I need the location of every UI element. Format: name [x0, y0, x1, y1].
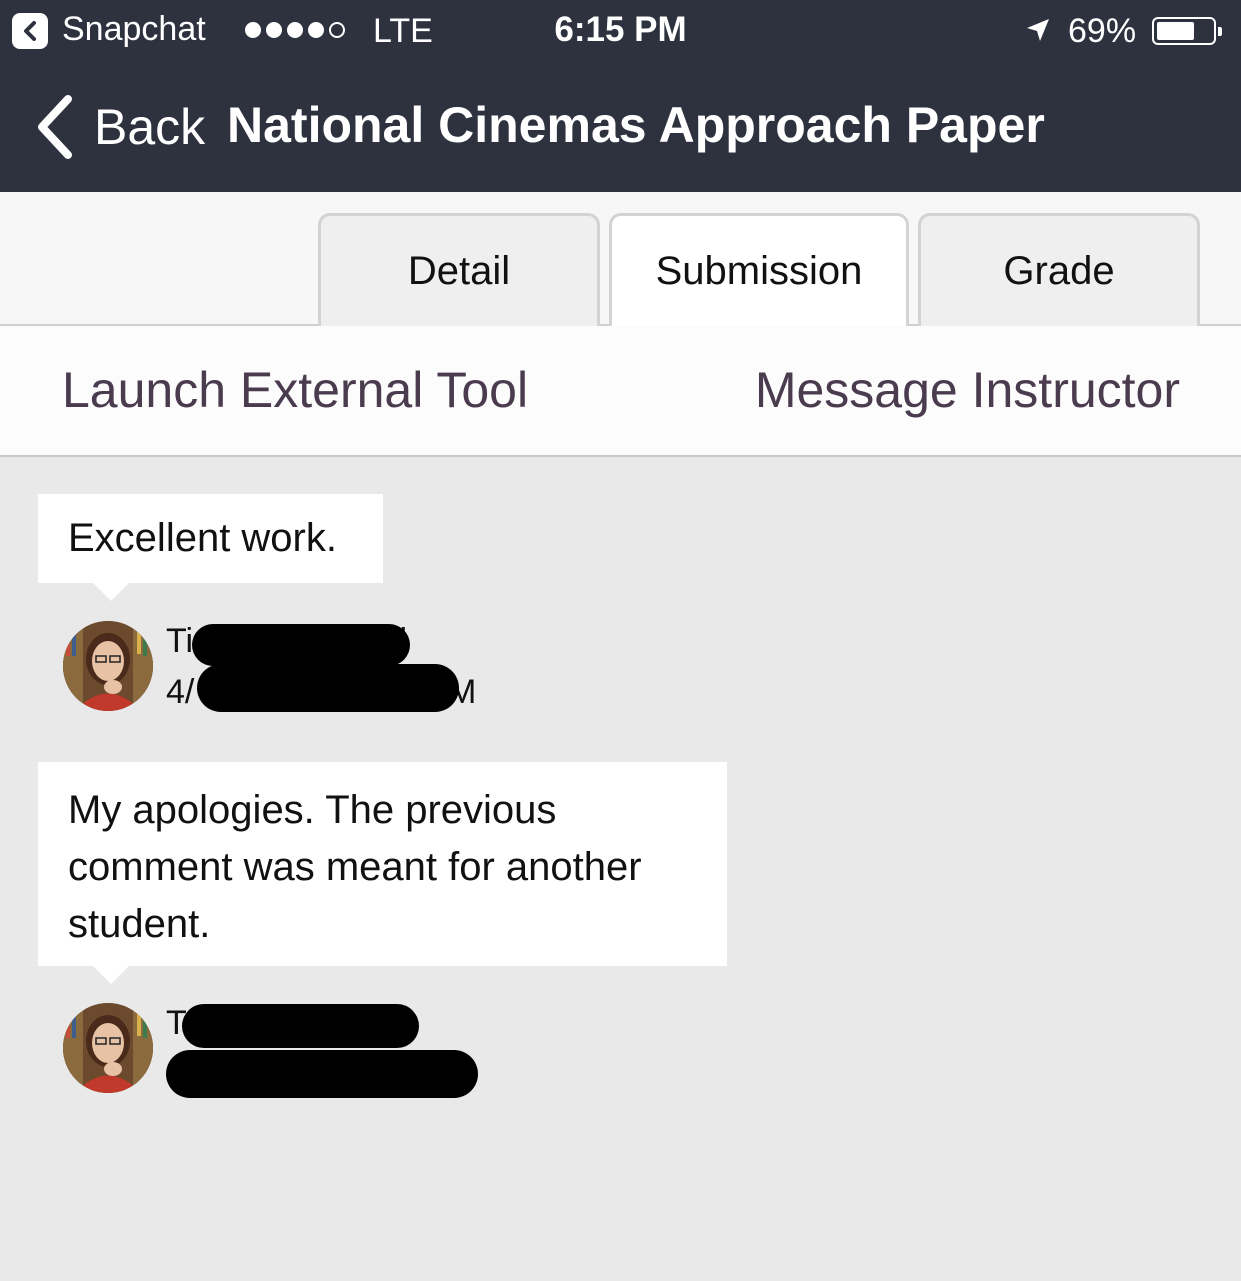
status-time: 6:15 PM — [554, 10, 687, 49]
tab-detail[interactable]: Detail — [318, 213, 600, 326]
comment-bubble: My apologies. The previous comment was m… — [38, 762, 727, 984]
status-bar: Snapchat LTE 6:15 PM 69% — [0, 0, 1241, 62]
tab-bar: Detail Submission Grade — [0, 192, 1241, 328]
comment-date: 4/ — [166, 673, 195, 711]
back-button[interactable]: Back — [34, 94, 205, 160]
message-instructor-button[interactable]: Message Instructor — [755, 361, 1180, 419]
comment-author: Ti — [166, 622, 194, 660]
battery-percentage: 69% — [1068, 12, 1137, 50]
location-arrow-icon — [1027, 19, 1049, 41]
tab-grade[interactable]: Grade — [918, 213, 1200, 326]
back-label: Back — [94, 99, 206, 155]
chevron-left-icon — [38, 95, 72, 159]
tab-submission[interactable]: Submission — [609, 213, 909, 328]
top-bar: Snapchat LTE 6:15 PM 69% Back National C… — [0, 0, 1241, 192]
redaction-mark — [197, 664, 459, 712]
redaction-mark — [182, 1004, 419, 1048]
battery-fill — [1157, 22, 1194, 40]
battery-nub — [1218, 27, 1222, 36]
action-bar: Launch External Tool Message Instructor — [0, 326, 1241, 457]
avatar — [63, 1003, 153, 1093]
battery-icon — [1152, 17, 1222, 45]
avatar — [63, 621, 153, 711]
comment-bubble: Excellent work. — [38, 494, 383, 601]
launch-external-tool-button[interactable]: Launch External Tool — [62, 361, 528, 419]
redaction-mark — [192, 624, 410, 666]
page-title: National Cinemas Approach Paper — [227, 97, 1045, 153]
redaction-mark — [166, 1050, 478, 1098]
